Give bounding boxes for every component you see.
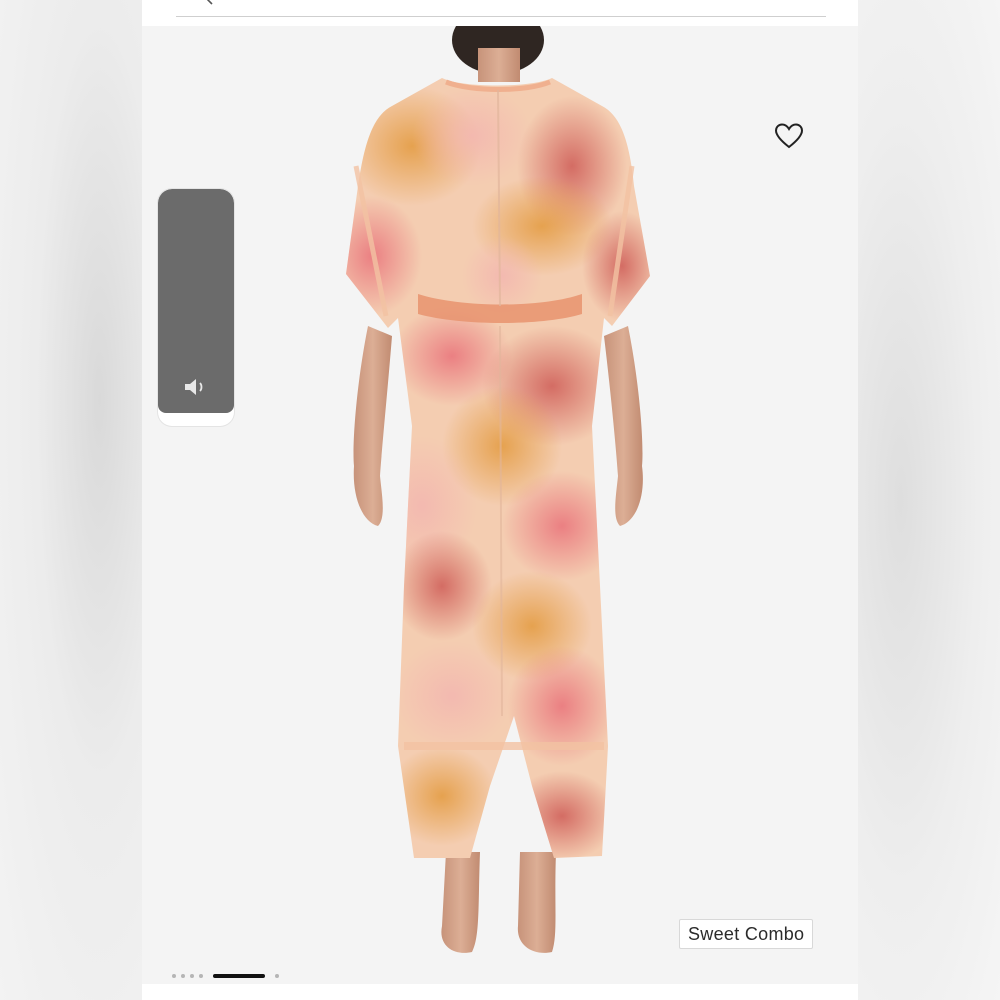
search-icon[interactable] (204, 0, 216, 6)
pagination-dot[interactable] (181, 974, 185, 978)
blurred-background-left (0, 0, 142, 1000)
footer-area (142, 984, 858, 1000)
pagination-dot[interactable] (199, 974, 203, 978)
pagination-dot[interactable] (172, 974, 176, 978)
blurred-background-right (858, 0, 1000, 1000)
header-area (142, 0, 858, 26)
header-divider (176, 16, 826, 17)
speaker-icon[interactable] (182, 376, 210, 398)
product-image[interactable]: Sweet Combo (142, 26, 858, 984)
wishlist-heart-icon[interactable] (774, 122, 804, 150)
pagination-dot[interactable] (275, 974, 279, 978)
brand-badge[interactable]: Sweet Combo (679, 919, 814, 949)
pagination-dot[interactable] (190, 974, 194, 978)
video-player[interactable] (158, 189, 234, 426)
image-pagination (172, 972, 279, 980)
pagination-dot-active[interactable] (213, 974, 265, 978)
product-gallery: Sweet Combo (142, 0, 858, 1000)
model-in-dress-image (346, 26, 650, 953)
